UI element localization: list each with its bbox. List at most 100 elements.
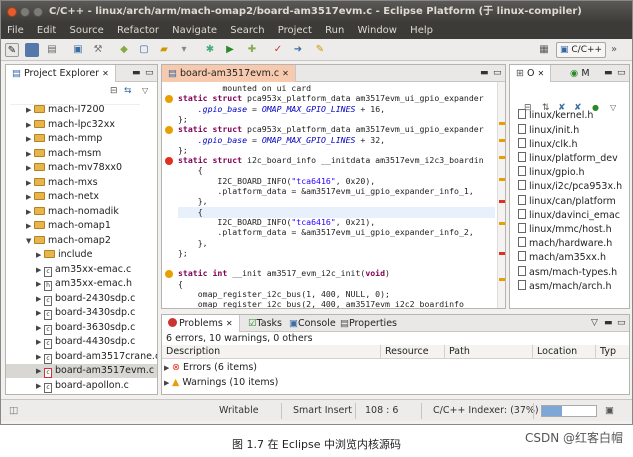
view-menu-icon[interactable]: ▽ bbox=[142, 86, 148, 95]
tree-item[interactable]: ▶ c am35xx-emac.c bbox=[6, 263, 157, 277]
expand-arrow-icon[interactable]: ▶ bbox=[26, 161, 34, 175]
search-icon[interactable]: ✓ bbox=[271, 43, 285, 57]
warning-marker[interactable] bbox=[499, 156, 505, 159]
tree-item[interactable]: ▶ mach-lpc32xx bbox=[6, 118, 157, 132]
menu-help[interactable]: Help bbox=[406, 25, 437, 36]
console-tab[interactable]: ▣Console bbox=[283, 315, 342, 332]
navigate-icon[interactable]: ▾ bbox=[177, 43, 191, 57]
tree-item[interactable]: ▶ c board-2430sdp.c bbox=[6, 292, 157, 306]
outline-tab[interactable]: ⊞ O ✕ bbox=[510, 65, 552, 82]
fast-view-icon[interactable]: ◫ bbox=[9, 400, 18, 422]
include-item[interactable]: asm/mach/arch.h bbox=[518, 279, 612, 294]
errors-group-row[interactable]: ▶ ⊗ Errors (6 items) bbox=[164, 361, 257, 374]
tasks-tab[interactable]: ☑Tasks bbox=[242, 315, 288, 332]
menu-refactor[interactable]: Refactor bbox=[113, 25, 163, 36]
menu-run[interactable]: Run bbox=[321, 25, 348, 36]
tree-item[interactable]: ▶ c board-apollon.c bbox=[6, 379, 157, 393]
toolbar-overflow-icon[interactable]: » bbox=[607, 43, 621, 57]
menu-source[interactable]: Source bbox=[65, 25, 107, 36]
perspective-cpp-button[interactable]: ▣ C/C++ bbox=[556, 42, 607, 58]
error-marker[interactable] bbox=[499, 252, 505, 255]
print-icon[interactable]: ▤ bbox=[45, 43, 59, 57]
warning-gutter-icon[interactable] bbox=[165, 270, 173, 279]
external-tools-icon[interactable]: ✚ bbox=[245, 43, 259, 57]
maximize-icon[interactable]: ▭ bbox=[493, 65, 502, 82]
properties-tab[interactable]: ▤Properties bbox=[334, 315, 403, 332]
new-file-icon[interactable]: ▢ bbox=[137, 43, 151, 57]
tree-item[interactable]: ▶ mach-l7200 bbox=[6, 103, 157, 117]
include-item[interactable]: linux/gpio.h bbox=[518, 166, 585, 180]
column-path[interactable]: Path bbox=[444, 345, 470, 359]
column-resource[interactable]: Resource bbox=[380, 345, 429, 359]
error-gutter-icon[interactable] bbox=[165, 157, 173, 166]
close-tab-icon[interactable]: ✕ bbox=[538, 69, 545, 78]
maximize-icon[interactable]: ▭ bbox=[617, 65, 626, 82]
tree-item[interactable]: ▶ mach-mmp bbox=[6, 132, 157, 146]
tree-item[interactable]: ▶ c board-3630sdp.c bbox=[6, 321, 157, 335]
include-item[interactable]: linux/davinci_emac bbox=[518, 208, 620, 223]
expand-arrow-icon[interactable]: ▶ bbox=[36, 248, 44, 262]
tree-item[interactable]: ▶ mach-netx bbox=[6, 190, 157, 204]
expand-arrow-icon[interactable]: ▶ bbox=[164, 362, 172, 375]
warning-gutter-icon[interactable] bbox=[165, 95, 173, 104]
expand-arrow-icon[interactable]: ▶ bbox=[36, 379, 44, 393]
progress-icon[interactable]: ▣ bbox=[605, 400, 614, 422]
view-menu-icon[interactable]: ▽ bbox=[591, 315, 598, 332]
new-folder-icon[interactable]: ▰ bbox=[157, 43, 171, 57]
expand-arrow-icon[interactable]: ▶ bbox=[36, 321, 44, 335]
expand-arrow-icon[interactable]: ▶ bbox=[26, 103, 34, 117]
tree-item[interactable]: ▶ c board-4430sdp.c bbox=[6, 335, 157, 349]
menu-project[interactable]: Project bbox=[274, 25, 316, 36]
problems-tab[interactable]: Problems ✕ bbox=[162, 315, 240, 332]
tree-item[interactable]: ▶ c board-am3517evm.c bbox=[6, 364, 157, 378]
new-icon[interactable]: ✎ bbox=[5, 43, 19, 57]
expand-arrow-icon[interactable]: ▶ bbox=[26, 190, 34, 204]
tree-item[interactable]: ▶ include bbox=[6, 248, 157, 262]
warning-gutter-icon[interactable] bbox=[165, 126, 173, 135]
error-marker[interactable] bbox=[499, 200, 505, 203]
menu-window[interactable]: Window bbox=[354, 25, 401, 36]
include-item[interactable]: mach/am35xx.h bbox=[518, 251, 606, 265]
include-item[interactable]: linux/can/platform bbox=[518, 194, 616, 209]
include-item[interactable]: linux/platform_dev bbox=[518, 152, 618, 166]
save-icon[interactable] bbox=[25, 43, 39, 57]
warning-marker[interactable] bbox=[499, 122, 505, 125]
expand-arrow-icon[interactable]: ▶ bbox=[36, 292, 44, 306]
warning-marker[interactable] bbox=[499, 278, 505, 281]
tree-item[interactable]: ▶ h am35xx-emac.h bbox=[6, 277, 157, 291]
warning-marker[interactable] bbox=[499, 139, 505, 142]
tree-item[interactable]: ▶ mach-nomadik bbox=[6, 205, 157, 219]
menu-edit[interactable]: Edit bbox=[33, 25, 60, 36]
view-menu-icon[interactable]: ▽ bbox=[610, 103, 616, 112]
column-type[interactable]: Typ bbox=[595, 345, 616, 359]
expand-arrow-icon[interactable]: ▶ bbox=[26, 147, 34, 161]
tree-item[interactable]: ▶ mach-mxs bbox=[6, 176, 157, 190]
include-item[interactable]: linux/mmc/host.h bbox=[518, 223, 612, 237]
code-area[interactable]: mounted on ui card static struct pca953x_… bbox=[162, 82, 505, 308]
expand-arrow-icon[interactable]: ▶ bbox=[36, 350, 44, 364]
menu-navigate[interactable]: Navigate bbox=[168, 25, 221, 36]
debug-icon[interactable]: ✱ bbox=[203, 43, 217, 57]
expand-arrow-icon[interactable]: ▶ bbox=[26, 205, 34, 219]
column-description[interactable]: Description bbox=[162, 345, 220, 359]
include-item[interactable]: mach/hardware.h bbox=[518, 237, 612, 251]
close-tab-icon[interactable]: ✕ bbox=[282, 69, 289, 78]
tree-item[interactable]: ▶ c board-am3517crane.c bbox=[6, 350, 157, 364]
collapse-all-icon[interactable]: ⊟ bbox=[110, 86, 118, 96]
link-editor-icon[interactable]: ⇆ bbox=[124, 86, 132, 96]
column-location[interactable]: Location bbox=[532, 345, 577, 359]
tree-item[interactable]: ▶ mach-msm bbox=[6, 147, 157, 161]
expand-arrow-icon[interactable]: ▶ bbox=[36, 364, 44, 378]
close-tab-icon[interactable]: ✕ bbox=[102, 69, 109, 78]
editor-tab[interactable]: ▤ board-am3517evm.c ✕ bbox=[162, 65, 296, 82]
minimize-icon[interactable]: ▬ bbox=[604, 315, 613, 332]
include-item[interactable]: linux/i2c/pca953x.h bbox=[518, 180, 622, 194]
run-icon[interactable]: ▶ bbox=[223, 43, 237, 57]
tree-item[interactable]: ▶ c board-3430sdp.c bbox=[6, 306, 157, 320]
menu-search[interactable]: Search bbox=[226, 25, 268, 36]
open-perspective-icon[interactable]: ▦ bbox=[537, 43, 551, 57]
expand-arrow-icon[interactable]: ▶ bbox=[36, 263, 44, 277]
maximize-icon[interactable]: ▭ bbox=[145, 65, 154, 82]
build-icon[interactable]: ⚒ bbox=[91, 43, 105, 57]
make-targets-tab[interactable]: ◉ M bbox=[564, 65, 596, 82]
